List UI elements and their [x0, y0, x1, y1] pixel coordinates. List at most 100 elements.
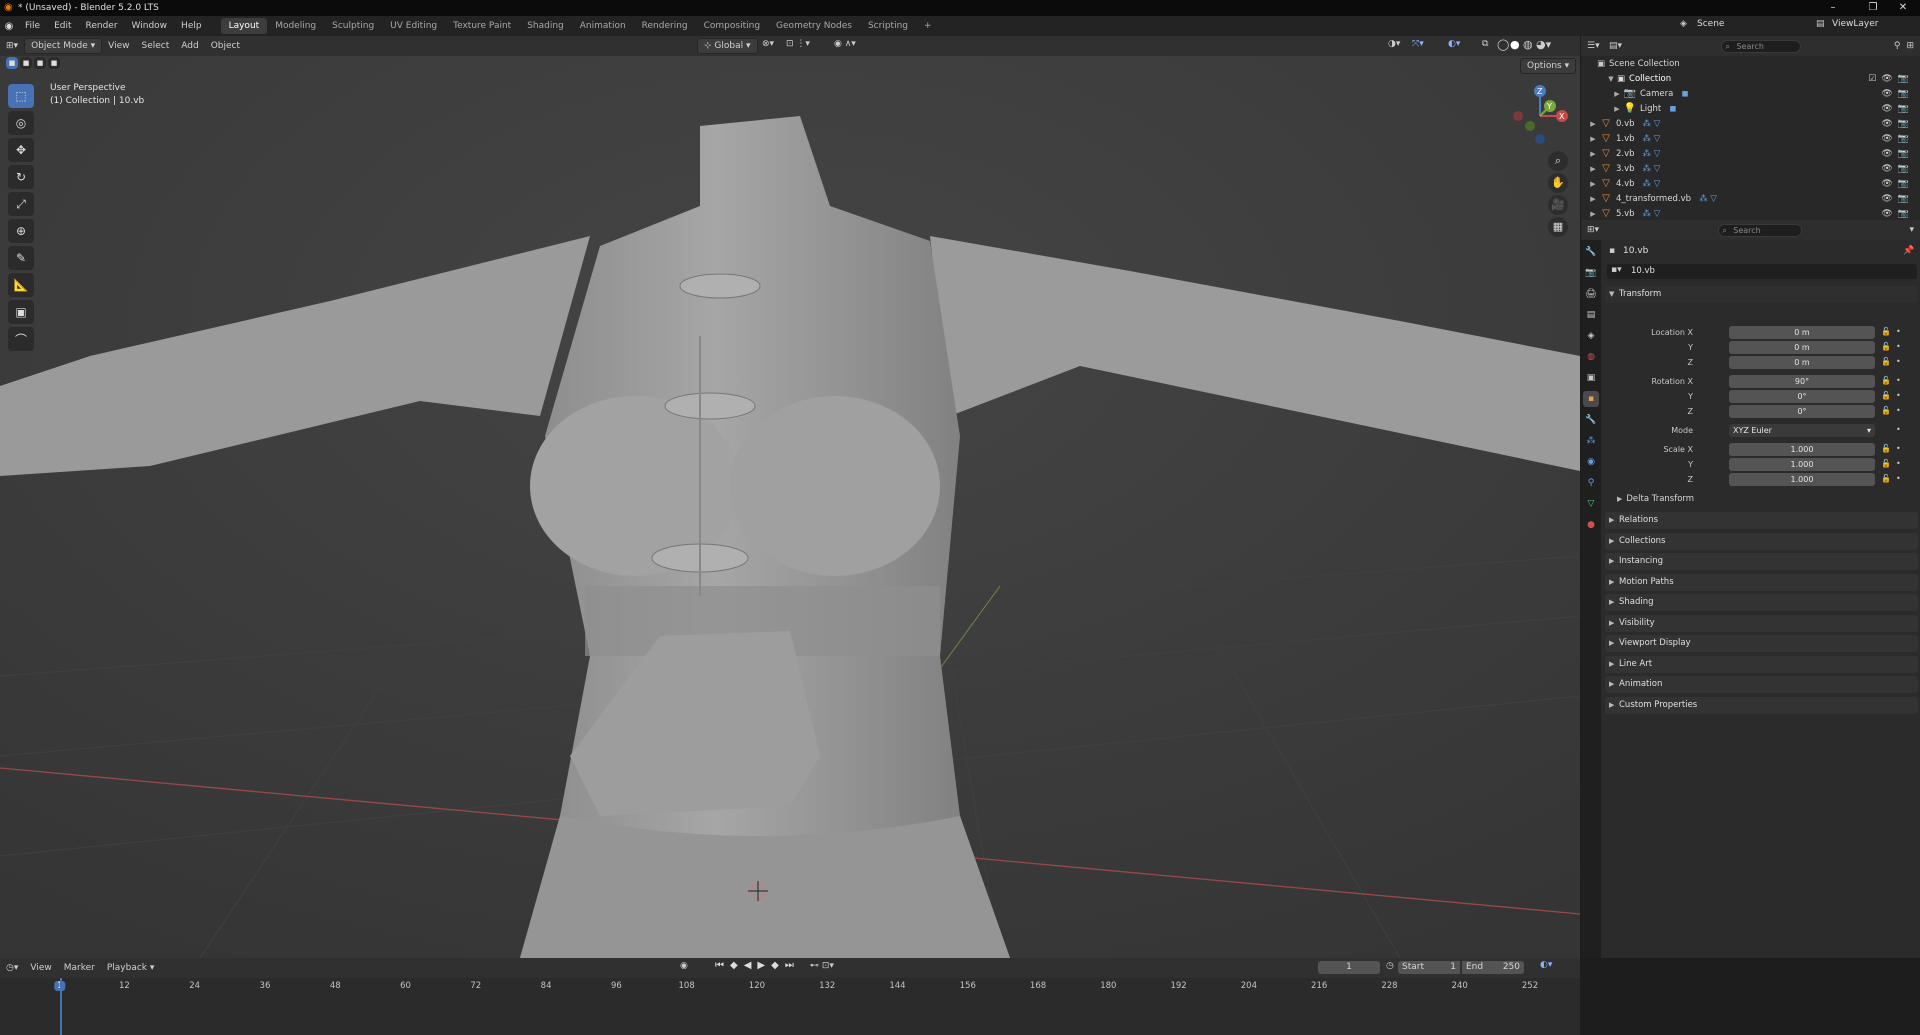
menu-object[interactable]: Object — [205, 39, 246, 53]
select-subtract-icon[interactable]: ■ — [34, 57, 46, 69]
navigation-gizmo[interactable]: Z X Y — [1505, 81, 1575, 151]
annotate-tool-icon[interactable]: ✎ — [8, 246, 34, 270]
lock-icon[interactable]: 🔓 — [1881, 327, 1891, 336]
bend-tool-icon[interactable]: ⌒ — [8, 327, 34, 351]
menu-file[interactable]: File — [18, 21, 47, 31]
outliner-item[interactable]: ▶ ▽ 1.vb ⁂ ▽ 👁📷 — [1581, 131, 1920, 146]
outliner-item[interactable]: ▶ ▽ 4.vb ⁂ ▽ 👁📷 — [1581, 176, 1920, 191]
blender-menu-icon[interactable]: ◉ — [0, 21, 18, 32]
visibility-toggle-icon[interactable]: 👁📷 — [1881, 89, 1914, 99]
scene-tab-icon[interactable]: ◈ — [1583, 328, 1599, 344]
location-z-field[interactable]: 0 m — [1729, 356, 1875, 369]
view-layer-tab-icon[interactable]: ▤ — [1583, 307, 1599, 323]
expand-arrow-icon[interactable]: ▶ — [1587, 165, 1599, 173]
menu-window[interactable]: Window — [125, 21, 175, 31]
outliner-editor-icon[interactable]: ☰▾ — [1587, 41, 1609, 51]
keyframe-dot-icon[interactable]: • — [1896, 406, 1901, 415]
measure-tool-icon[interactable]: 📐 — [8, 273, 34, 297]
select-box-icon[interactable]: ⬚ — [8, 84, 34, 108]
delta-transform-subpanel[interactable]: ▶ Delta Transform — [1617, 494, 1694, 504]
collapse-arrow-icon[interactable]: ▼ — [1605, 75, 1617, 83]
scale-z-field[interactable]: 1.000 — [1729, 473, 1875, 486]
keyframe-dot-icon[interactable]: • — [1896, 376, 1901, 385]
transform-panel-header[interactable]: ▼ Transform — [1605, 286, 1918, 303]
expand-arrow-icon[interactable]: ▶ — [1587, 150, 1599, 158]
panel-collections[interactable]: ▶ Collections — [1605, 532, 1918, 550]
collection-tab-icon[interactable]: ▣ — [1583, 370, 1599, 386]
tab-texture-paint[interactable]: Texture Paint — [445, 18, 519, 34]
playhead[interactable] — [60, 978, 62, 1035]
panel-animation[interactable]: ▶ Animation — [1605, 676, 1918, 693]
outliner-item[interactable]: ▶ ▽ 2.vb ⁂ ▽ 👁📷 — [1581, 146, 1920, 161]
expand-arrow-icon[interactable]: ▶ — [1587, 195, 1599, 203]
visibility-toggle-icon[interactable]: 👁📷 — [1881, 164, 1914, 174]
constraints-tab-icon[interactable]: ⚲ — [1583, 475, 1599, 491]
tab-uv-editing[interactable]: UV Editing — [382, 18, 445, 34]
panel-visibility[interactable]: ▶ Visibility — [1605, 614, 1918, 632]
rotation-x-field[interactable]: 90° — [1729, 375, 1875, 388]
scene-name[interactable]: Scene — [1697, 19, 1724, 29]
menu-select[interactable]: Select — [136, 39, 176, 53]
lock-icon[interactable]: 🔓 — [1881, 444, 1891, 453]
location-x-field[interactable]: 0 m — [1729, 326, 1875, 339]
pin-icon[interactable]: 📌 — [1903, 246, 1914, 256]
menu-edit[interactable]: Edit — [47, 21, 78, 31]
collection-row[interactable]: ▼ ▣ Collection ☑👁📷 — [1581, 71, 1920, 86]
visibility-toggle-icon[interactable]: 👁📷 — [1881, 179, 1914, 189]
menu-view[interactable]: View — [102, 39, 135, 53]
collection-visibility-icons[interactable]: ☑👁📷 — [1868, 74, 1914, 84]
rotation-z-field[interactable]: 0° — [1729, 405, 1875, 418]
cursor-tool-icon[interactable]: ◎ — [8, 111, 34, 135]
outliner-search-input[interactable]: ⌕ Search — [1721, 39, 1802, 53]
menu-add[interactable]: Add — [175, 39, 204, 53]
render-tab-icon[interactable]: 📷 — [1583, 265, 1599, 281]
panel-motion-paths[interactable]: ▶ Motion Paths — [1605, 573, 1918, 591]
lock-icon[interactable]: 🔓 — [1881, 357, 1891, 366]
panel-relations[interactable]: ▶ Relations — [1605, 512, 1918, 529]
outliner-item[interactable]: ▶ 💡 Light ◼ 👁📷 — [1581, 101, 1920, 116]
panel-instancing[interactable]: ▶ Instancing — [1605, 553, 1918, 570]
tab-sculpting[interactable]: Sculpting — [324, 18, 382, 34]
camera-view-icon[interactable]: 🎥 — [1548, 195, 1568, 215]
rotation-mode-dropdown[interactable]: XYZ Euler ▾ — [1729, 424, 1875, 437]
world-tab-icon[interactable]: ◍ — [1583, 349, 1599, 365]
xray-icon[interactable]: ⧉ — [1482, 39, 1488, 49]
keyframe-dot-icon[interactable]: • — [1896, 327, 1901, 336]
select-new-icon[interactable]: ■ — [6, 57, 18, 69]
overlay-toggle-icon[interactable]: ◐▾ — [1448, 39, 1460, 49]
scene-collection-row[interactable]: ▣ Scene Collection — [1581, 56, 1920, 71]
tool-tab-icon[interactable]: 🔧 — [1583, 244, 1599, 260]
proportional-edit-icon[interactable]: ◉ ∧▾ — [834, 39, 856, 49]
visibility-toggle-icon[interactable]: 👁📷 — [1881, 104, 1914, 114]
particles-tab-icon[interactable]: ⁂ — [1583, 433, 1599, 449]
object-mode-dropdown[interactable]: Object Mode ▾ — [24, 38, 103, 54]
outliner-item[interactable]: ▶ ▽ 0.vb ⁂ ▽ 👁📷 — [1581, 116, 1920, 131]
tab-rendering[interactable]: Rendering — [634, 18, 696, 34]
tab-animation[interactable]: Animation — [572, 18, 634, 34]
panel-line-art[interactable]: ▶ Line Art — [1605, 655, 1918, 673]
transform-tool-icon[interactable]: ⊕ — [8, 219, 34, 243]
solid-shading-icon[interactable]: ● — [1510, 38, 1520, 51]
outliner-item[interactable]: ▶ ▽ 3.vb ⁂ ▽ 👁📷 — [1581, 161, 1920, 176]
lock-icon[interactable]: 🔓 — [1881, 391, 1891, 400]
tab-compositing[interactable]: Compositing — [696, 18, 768, 34]
select-invert-icon[interactable]: ■ — [48, 57, 60, 69]
expand-arrow-icon[interactable]: ▶ — [1587, 180, 1599, 188]
keyframe-dot-icon[interactable]: • — [1896, 444, 1901, 453]
lock-icon[interactable]: 🔓 — [1881, 376, 1891, 385]
panel-custom-properties[interactable]: ▶ Custom Properties — [1605, 696, 1918, 714]
material-shading-icon[interactable]: ◍ — [1523, 38, 1533, 51]
orientation-dropdown[interactable]: ⊹ Global ▾ — [697, 38, 758, 54]
keyframe-dot-icon[interactable]: • — [1896, 425, 1901, 434]
keyframe-dot-icon[interactable]: • — [1896, 342, 1901, 351]
add-cube-tool-icon[interactable]: ▣ — [8, 300, 34, 324]
lock-icon[interactable]: 🔓 — [1881, 459, 1891, 468]
expand-arrow-icon[interactable]: ▶ — [1587, 120, 1599, 128]
menu-help[interactable]: Help — [174, 21, 209, 31]
add-workspace-button[interactable]: + — [916, 18, 940, 34]
view-layer-name[interactable]: ViewLayer — [1832, 19, 1878, 29]
move-tool-icon[interactable]: ✥ — [8, 138, 34, 162]
rotate-tool-icon[interactable]: ↻ — [8, 165, 34, 189]
editor-type-icon[interactable]: ⊞▾ — [0, 39, 24, 53]
location-y-field[interactable]: 0 m — [1729, 341, 1875, 354]
